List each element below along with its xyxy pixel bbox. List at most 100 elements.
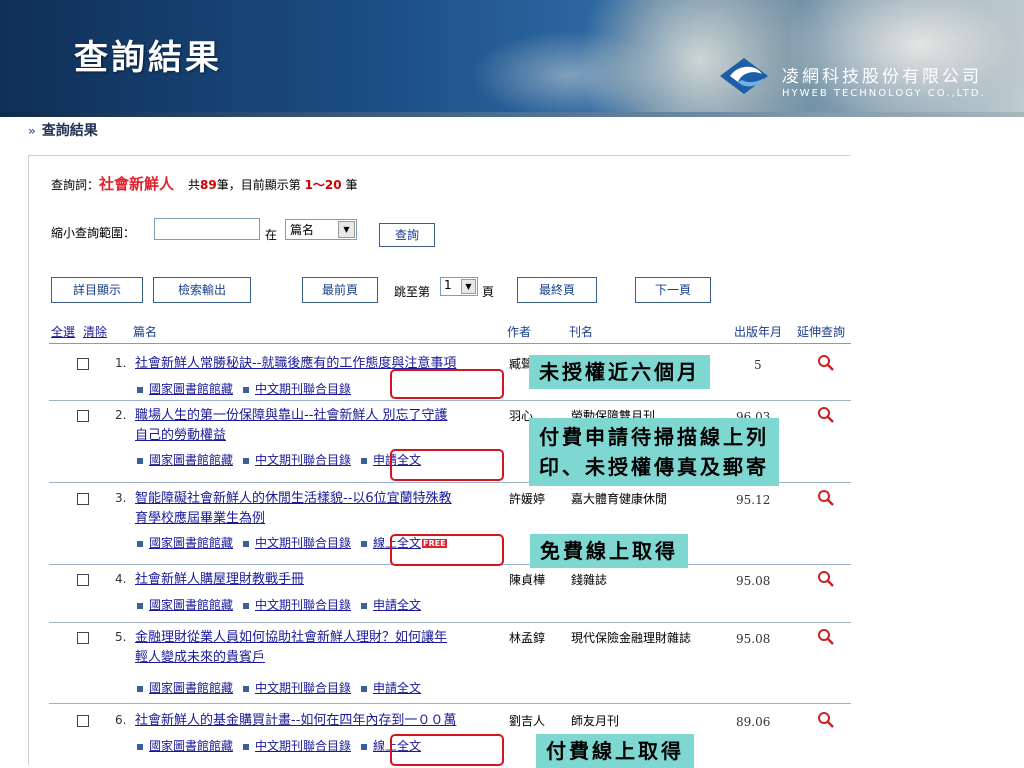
- magnifier-icon[interactable]: [817, 406, 835, 424]
- annotation-box: [390, 734, 504, 766]
- last-page-button[interactable]: 最終頁: [517, 277, 597, 303]
- query-summary: 查詢詞：社會新鮮人 共89筆，目前顯示第 1～20 筆: [51, 175, 358, 193]
- union-catalog-link[interactable]: 中文期刊聯合目錄: [255, 681, 351, 695]
- article-title-link[interactable]: 智能障礙社會新鮮人的休閒生活樣貌--以6位宜蘭特殊教: [135, 489, 452, 509]
- row-divider: [49, 622, 851, 623]
- jump-prefix-label: 跳至第: [394, 285, 431, 299]
- magnifier-icon[interactable]: [817, 489, 835, 507]
- section-heading-text: 查詢結果: [41, 123, 98, 139]
- article-author: 林孟錞: [509, 631, 546, 645]
- magnifier-icon[interactable]: [817, 628, 835, 646]
- article-title-link-line2[interactable]: 育學校應屆畢業生為例: [135, 509, 265, 529]
- page-title: 查詢結果: [74, 38, 222, 78]
- article-journal: 錢雜誌: [571, 573, 608, 587]
- company-name-cn: 凌網科技股份有限公司: [782, 67, 982, 87]
- request-fulltext-link[interactable]: 申請全文: [373, 598, 421, 612]
- square-bullet-icon: [243, 540, 250, 547]
- result-count: 89: [200, 178, 217, 192]
- article-journal: 嘉大體育健康休閒: [571, 492, 668, 506]
- article-title-link[interactable]: 職場人生的第一份保障與靠山--社會新鮮人 別忘了守護: [135, 406, 448, 426]
- square-bullet-icon: [361, 540, 368, 547]
- col-title: 篇名: [133, 325, 158, 339]
- col-author: 作者: [507, 325, 532, 339]
- first-page-button[interactable]: 最前頁: [302, 277, 378, 303]
- article-author: 許媛婷: [509, 492, 546, 506]
- square-bullet-icon: [137, 685, 143, 692]
- library-holding-link[interactable]: 國家圖書館館藏: [149, 536, 233, 550]
- magnifier-icon[interactable]: [817, 570, 835, 588]
- col-date: 出版年月: [734, 325, 783, 339]
- callout-unauthorized: 未授權近六個月: [529, 355, 710, 389]
- magnifier-icon[interactable]: [817, 354, 835, 372]
- union-catalog-link[interactable]: 中文期刊聯合目錄: [255, 598, 351, 612]
- square-bullet-icon: [243, 602, 250, 609]
- row-checkbox[interactable]: [77, 358, 89, 370]
- annotation-box: [390, 534, 504, 566]
- square-bullet-icon: [361, 457, 368, 464]
- library-holding-link[interactable]: 國家圖書館館藏: [149, 453, 233, 467]
- row-checkbox[interactable]: [77, 574, 89, 586]
- article-title-link[interactable]: 社會新鮮人購屋理財教戰手冊: [135, 570, 304, 590]
- magnifier-icon[interactable]: [817, 711, 835, 729]
- table-header: 全選 清除 篇名 作者 刊名 出版年月 延伸查詢: [49, 319, 851, 343]
- clear-link[interactable]: 清除: [83, 323, 107, 340]
- callout-line: 付費申請待掃描線上列: [539, 425, 769, 449]
- row-links: 國家圖書館館藏 中文期刊聯合目錄 申請全文: [137, 679, 421, 696]
- row-checkbox[interactable]: [77, 632, 89, 644]
- square-bullet-icon: [137, 743, 143, 750]
- annotation-box: [390, 449, 504, 481]
- article-title-link-line2[interactable]: 自己的勞動權益: [135, 426, 226, 446]
- row-checkbox[interactable]: [77, 493, 89, 505]
- col-ext: 延伸查詢: [797, 325, 846, 339]
- query-term: 社會新鮮人: [99, 175, 175, 193]
- square-bullet-icon: [361, 602, 368, 609]
- dropdown-arrow-icon[interactable]: ▼: [461, 279, 476, 294]
- square-bullet-icon: [137, 386, 143, 393]
- union-catalog-link[interactable]: 中文期刊聯合目錄: [255, 382, 351, 396]
- table-row: 5. 金融理財從業人員如何協助社會新鮮人理財？如何讓年 輕人變成未來的貴賓戶 林…: [49, 628, 851, 700]
- article-title-link[interactable]: 金融理財從業人員如何協助社會新鮮人理財？如何讓年: [135, 628, 447, 648]
- article-date: 5: [754, 358, 762, 372]
- row-checkbox[interactable]: [77, 410, 89, 422]
- library-holding-link[interactable]: 國家圖書館館藏: [149, 681, 233, 695]
- field-select[interactable]: 篇名 ▼: [285, 219, 357, 240]
- result-range: 1～20: [304, 178, 342, 192]
- export-button[interactable]: 檢索輸出: [153, 277, 251, 303]
- square-bullet-icon: [243, 743, 250, 750]
- col-journal: 刊名: [569, 325, 594, 339]
- square-bullet-icon: [243, 386, 250, 393]
- union-catalog-link[interactable]: 中文期刊聯合目錄: [255, 739, 351, 753]
- detail-view-button[interactable]: 詳目顯示: [51, 277, 143, 303]
- narrow-search-input[interactable]: [154, 218, 260, 240]
- union-catalog-link[interactable]: 中文期刊聯合目錄: [255, 536, 351, 550]
- select-all-link[interactable]: 全選: [51, 323, 75, 340]
- article-title-link[interactable]: 社會新鮮人的基金購買計畫--如何在四年內存到一００萬: [135, 711, 456, 731]
- library-holding-link[interactable]: 國家圖書館館藏: [149, 739, 233, 753]
- row-divider: [49, 703, 851, 704]
- row-links: 國家圖書館館藏 中文期刊聯合目錄 申請全文: [137, 596, 421, 613]
- library-holding-link[interactable]: 國家圖書館館藏: [149, 382, 233, 396]
- article-date: 89.06: [736, 715, 771, 729]
- page-select[interactable]: 1 ▼: [440, 277, 478, 296]
- article-date: 95.08: [736, 574, 771, 588]
- dropdown-arrow-icon[interactable]: ▼: [338, 221, 355, 238]
- library-holding-link[interactable]: 國家圖書館館藏: [149, 598, 233, 612]
- request-fulltext-link[interactable]: 申請全文: [373, 681, 421, 695]
- article-title-link-line2[interactable]: 輕人變成未來的貴賓戶: [135, 648, 265, 668]
- row-links: 國家圖書館館藏 中文期刊聯合目錄 申請全文: [137, 451, 421, 468]
- double-arrow-icon: »: [28, 124, 36, 138]
- article-date: 95.08: [736, 632, 771, 646]
- banner-divider: [0, 112, 1024, 117]
- next-page-button[interactable]: 下一頁: [635, 277, 711, 303]
- narrow-in-label: 在: [265, 228, 278, 242]
- square-bullet-icon: [137, 457, 143, 464]
- query-button[interactable]: 查詢: [379, 223, 435, 247]
- row-checkbox[interactable]: [77, 715, 89, 727]
- table-row: 4. 社會新鮮人購屋理財教戰手冊 陳貞樺 錢雜誌 95.08 國家圖書館館藏 中文…: [49, 570, 851, 618]
- article-author: 陳貞樺: [509, 573, 546, 587]
- row-links: 國家圖書館館藏 中文期刊聯合目錄 線上全文: [137, 737, 421, 754]
- union-catalog-link[interactable]: 中文期刊聯合目錄: [255, 453, 351, 467]
- article-author: 劉吉人: [509, 714, 546, 728]
- callout-line: 印、未授權傳真及郵寄: [539, 455, 769, 479]
- jump-suffix-label: 頁: [482, 285, 495, 299]
